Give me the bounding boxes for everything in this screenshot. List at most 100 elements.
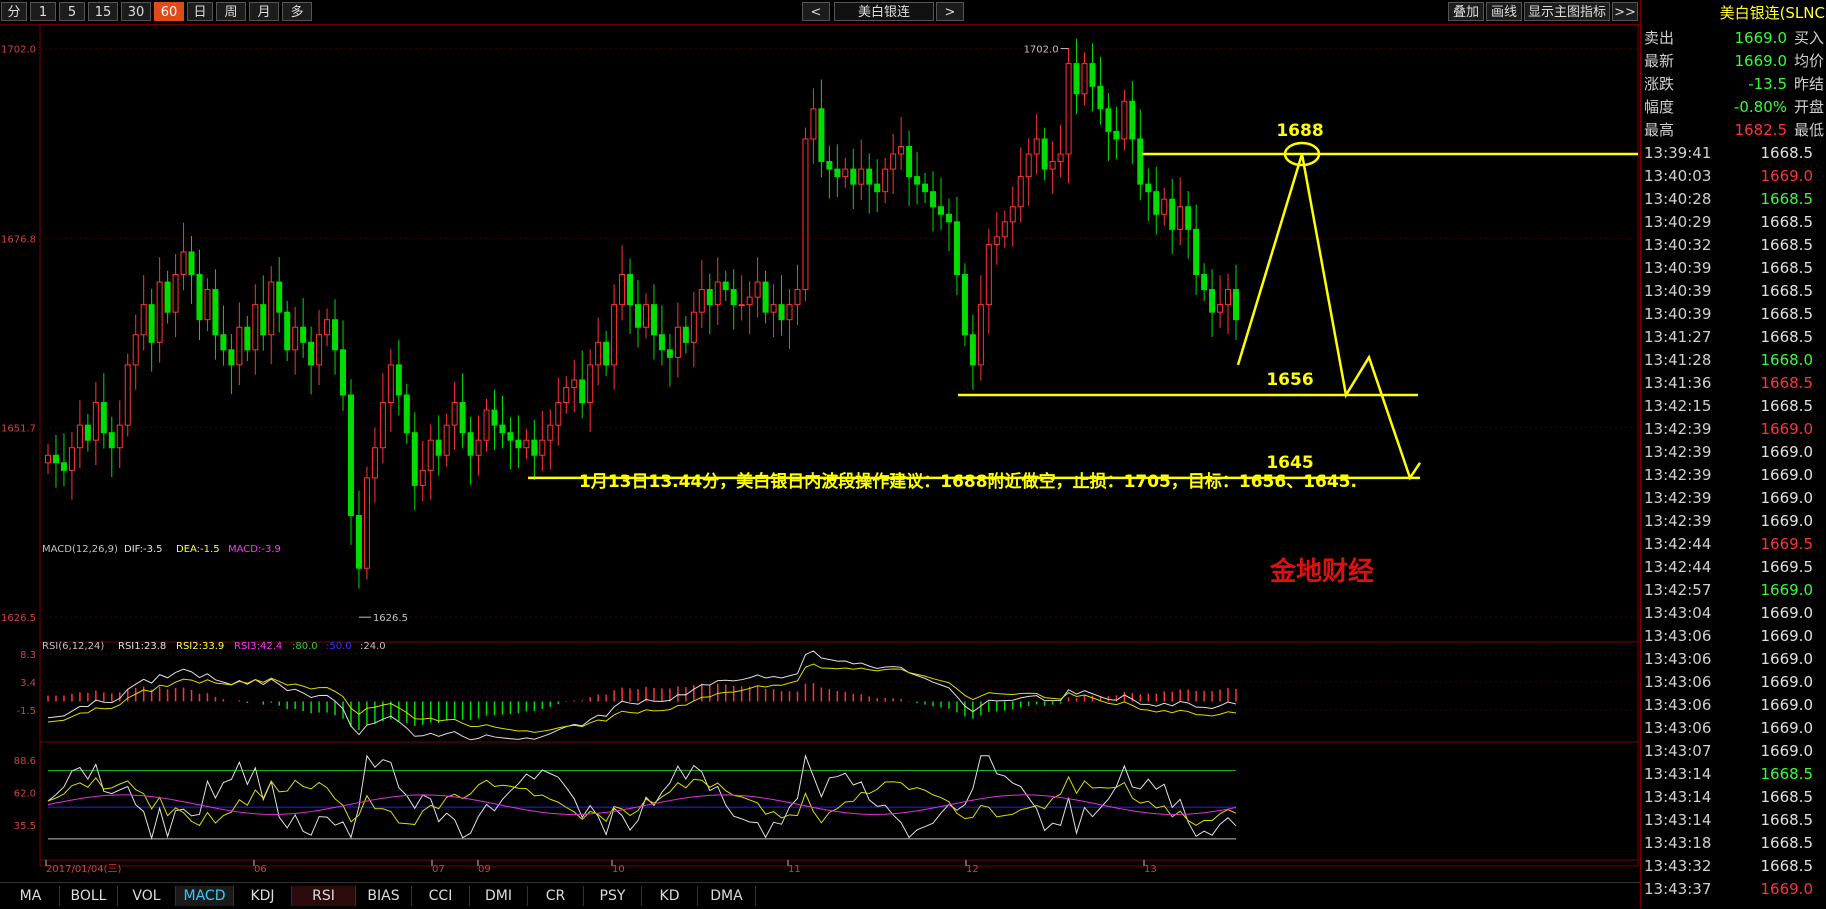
candle-body [539, 439, 546, 456]
quote-value: 1669.0 [1734, 52, 1788, 70]
level-label-1688: 1688 [1276, 121, 1323, 141]
quote-title: 美白银连(SLNC [1719, 4, 1825, 22]
candle-body [682, 326, 689, 343]
tick-row: 13:43:06 1669.0 [1641, 648, 1826, 671]
period-button-0[interactable]: 分 [1, 2, 27, 21]
candle-body [850, 168, 857, 185]
tick-time: 13:40:39 [1644, 259, 1712, 277]
candle-body [914, 176, 921, 185]
quote-tail-label: 均价 [1793, 52, 1824, 70]
date-label: 07 [432, 864, 445, 875]
tick-time: 13:43:06 [1644, 696, 1712, 714]
candle-body [459, 402, 466, 434]
candle-body [244, 326, 251, 351]
more-button[interactable]: >> [1612, 2, 1638, 21]
indicator-tab-cr[interactable]: CR [528, 886, 584, 906]
indicator-tab-kdj[interactable]: KDJ [234, 886, 292, 906]
tick-row: 13:42:39 1669.0 [1641, 487, 1826, 510]
candle-body [563, 386, 570, 404]
period-button-9[interactable]: 多 [282, 2, 312, 21]
indicator-tab-cci[interactable]: CCI [412, 886, 470, 906]
candle-body [228, 349, 235, 366]
tick-price: 1669.0 [1760, 443, 1814, 461]
tick-time: 13:40:03 [1644, 167, 1712, 185]
tick-time: 13:42:44 [1644, 535, 1712, 553]
tick-row: 13:43:06 1669.0 [1641, 671, 1826, 694]
indicator-tab-boll[interactable]: BOLL [60, 886, 118, 906]
indicator-tab-dma[interactable]: DMA [698, 886, 756, 906]
tick-row: 13:43:06 1669.0 [1641, 717, 1826, 740]
period-button-6[interactable]: 日 [187, 2, 213, 21]
tick-row: 13:43:18 1668.5 [1641, 832, 1826, 855]
date-label: 06 [254, 864, 267, 875]
tick-price: 1668.5 [1760, 328, 1814, 346]
period-button-1[interactable]: 1 [30, 2, 56, 21]
period-button-2[interactable]: 5 [59, 2, 85, 21]
date-label: 11 [788, 864, 801, 875]
show-indicator-button[interactable]: 显示主图指标 [1524, 2, 1610, 21]
candle-body [635, 304, 642, 328]
price-chart[interactable]: 1702.0 1676.8 1651.7 1626.5 1702.0 1626.5 1688… [0, 24, 1640, 882]
macd-y-tick: -1.5 [16, 706, 36, 717]
tick-price: 1668.5 [1760, 236, 1814, 254]
candle-body [284, 311, 291, 351]
quote-label: 最高 [1644, 121, 1675, 139]
tick-price: 1669.5 [1760, 535, 1814, 553]
candle-body [340, 349, 347, 396]
indicator-tab-ma[interactable]: MA [2, 886, 60, 906]
prev-instrument-button[interactable]: < [802, 2, 830, 21]
indicator-tab-macd[interactable]: MACD [176, 886, 234, 906]
period-button-4[interactable]: 30 [121, 2, 151, 21]
tick-price: 1668.5 [1760, 397, 1814, 415]
candle-body [427, 439, 434, 471]
overlay-button[interactable]: 叠加 [1448, 2, 1484, 21]
date-label: 10 [612, 864, 625, 875]
tick-row: 13:43:07 1669.0 [1641, 740, 1826, 763]
period-button-5[interactable]: 60 [154, 2, 184, 21]
rsi-legend-1: RSI1:23.8 [118, 641, 166, 652]
candle-body [475, 439, 482, 456]
tick-price: 1669.0 [1760, 581, 1814, 599]
tick-row: 13:43:37 1669.0 [1641, 878, 1826, 901]
candle-body [531, 439, 538, 456]
rsi-legend-2: RSI2:33.9 [176, 641, 224, 652]
indicator-tab-rsi[interactable]: RSI [292, 886, 356, 906]
candle-body [403, 394, 410, 434]
candle-body [395, 364, 402, 396]
candle-body [898, 145, 905, 155]
candle-body [1081, 63, 1088, 95]
quote-panel: 美白银连(SLNC 卖出 1669.0 买入 最新 1669.0 均价 涨跌 -13.5 昨结幅… [1640, 0, 1826, 908]
period-button-7[interactable]: 周 [216, 2, 246, 21]
tick-time: 13:42:39 [1644, 420, 1712, 438]
tick-row: 13:43:14 1668.5 [1641, 763, 1826, 786]
tick-price: 1668.5 [1760, 857, 1814, 875]
draw-line-button[interactable]: 画线 [1486, 2, 1522, 21]
indicator-tab-psy[interactable]: PSY [584, 886, 642, 906]
candle-body [451, 402, 458, 426]
level-label-1656: 1656 [1266, 370, 1313, 390]
indicator-tab-bias[interactable]: BIAS [356, 886, 412, 906]
period-button-3[interactable]: 15 [88, 2, 118, 21]
indicator-tab-dmi[interactable]: DMI [470, 886, 528, 906]
candle-body [355, 515, 362, 569]
tick-price: 1669.0 [1760, 627, 1814, 645]
next-instrument-button[interactable]: > [936, 2, 964, 21]
tick-row: 13:43:06 1669.0 [1641, 625, 1826, 648]
tick-price: 1669.0 [1760, 650, 1814, 668]
tick-row: 13:43:32 1668.5 [1641, 855, 1826, 878]
indicator-tab-bar: MA BOLL VOL MACD KDJ RSI BIAS CCI DMI CR PSY KD DMA [0, 882, 1640, 909]
candle-body [1041, 138, 1048, 170]
watermark-text: 金地财经 [1269, 556, 1374, 587]
candle-body [698, 289, 705, 313]
candle-body [690, 311, 697, 343]
candle-body [347, 394, 354, 517]
candle-body [276, 281, 283, 313]
instrument-name[interactable]: 美白银连 [834, 2, 934, 21]
candle-body [937, 206, 944, 215]
indicator-tab-vol[interactable]: VOL [118, 886, 176, 906]
tick-price: 1669.0 [1760, 489, 1814, 507]
tick-price: 1669.0 [1760, 880, 1814, 898]
period-button-8[interactable]: 月 [249, 2, 279, 21]
tick-time: 13:40:39 [1644, 282, 1712, 300]
indicator-tab-kd[interactable]: KD [642, 886, 698, 906]
